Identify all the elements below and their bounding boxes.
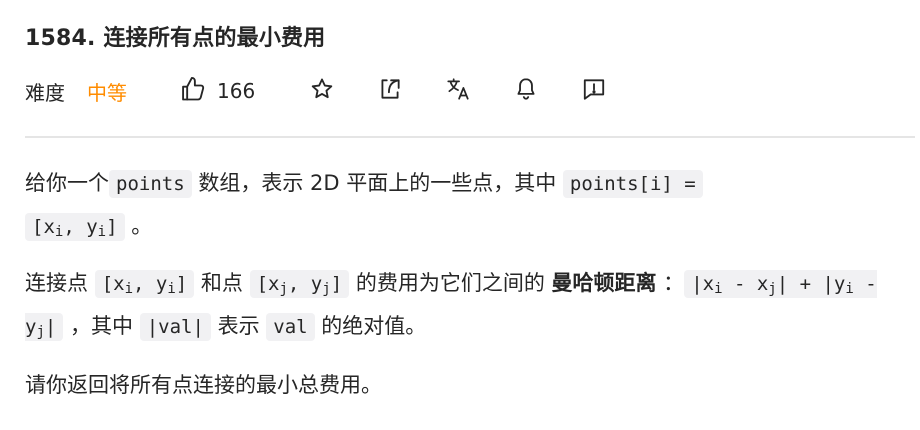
description-paragraph-3: 请你返回将所有点连接的最小总费用。 [25, 373, 382, 397]
code-subscript: i [124, 281, 134, 297]
inline-code-points-i: points[i] = [562, 170, 703, 198]
desc-text: ，其中 [63, 314, 140, 338]
problem-description: 给你一个 points 数组，表示 2D 平面上的一些点，其中 points[i]… [25, 162, 905, 406]
code-part: - x [722, 273, 769, 295]
desc-text: 。 [124, 214, 153, 238]
like-count: 166 [217, 79, 256, 103]
inline-code-points: points [109, 170, 192, 198]
description-paragraph-2: 连接点 [xi, yi] 和点 [xj, yj] 的费用为它们之间的 曼哈顿距离… [25, 262, 905, 348]
inline-code-point-j: [xj, yj] [249, 270, 350, 298]
feedback-button[interactable] [580, 77, 608, 105]
share-button[interactable] [376, 77, 404, 105]
bell-icon [513, 76, 539, 107]
code-subscript: j [36, 324, 45, 340]
problem-title: 1584. 连接所有点的最小费用 [25, 26, 326, 51]
code-part: , y [63, 216, 98, 238]
translate-icon [445, 76, 471, 107]
inline-code-abs-val: |val| [139, 313, 211, 341]
desc-text: 给你一个 [25, 171, 109, 195]
inline-code-val: val [266, 313, 315, 341]
thumbs-up-icon [179, 75, 207, 108]
code-part: ] [330, 273, 343, 295]
inline-code-point-xy: [xi, yi] [25, 213, 125, 241]
code-part: ] [175, 273, 188, 295]
translate-button[interactable] [444, 77, 472, 105]
star-icon [309, 76, 335, 107]
desc-text: 的费用为它们之间的 [349, 271, 552, 295]
header-divider [25, 136, 915, 138]
code-part: [x [101, 273, 125, 295]
desc-text: ： [656, 271, 685, 295]
code-subscript: i [167, 281, 176, 297]
desc-text: 表示 [210, 314, 267, 338]
feedback-icon [581, 76, 607, 107]
difficulty-badge: 中等 [87, 80, 127, 105]
code-subscript: j [279, 281, 288, 297]
favorite-button[interactable] [308, 77, 336, 105]
code-part: | [44, 316, 57, 338]
desc-text: 的绝对值。 [314, 314, 427, 338]
desc-text: 数组，表示 2D 平面上的一些点，其中 [191, 171, 563, 195]
code-subscript: i [97, 224, 107, 240]
code-part: [x [32, 216, 55, 238]
code-subscript: j [322, 281, 331, 297]
code-part: |x [691, 273, 715, 295]
code-part: | + |y [776, 273, 846, 295]
code-part: [x [256, 273, 280, 295]
like-button[interactable]: 166 [179, 75, 255, 108]
desc-text: 和点 [194, 271, 250, 295]
code-part: ] [106, 216, 118, 238]
code-part: , y [133, 273, 168, 295]
code-part: , y [287, 273, 323, 295]
inline-code-point-i: [xi, yi] [94, 270, 195, 298]
desc-text: 连接点 [25, 271, 95, 295]
difficulty-label: 难度 [25, 80, 65, 105]
code-subscript: i [845, 281, 854, 297]
manhattan-distance-term: 曼哈顿距离 [551, 271, 657, 295]
code-subscript: i [714, 281, 723, 297]
problem-meta-bar: 难度 中等 166 [25, 74, 920, 108]
code-subscript: j [768, 281, 777, 297]
share-icon [377, 76, 403, 107]
description-paragraph-1: 给你一个 points 数组，表示 2D 平面上的一些点，其中 points[i]… [25, 162, 905, 248]
notify-button[interactable] [512, 77, 540, 105]
